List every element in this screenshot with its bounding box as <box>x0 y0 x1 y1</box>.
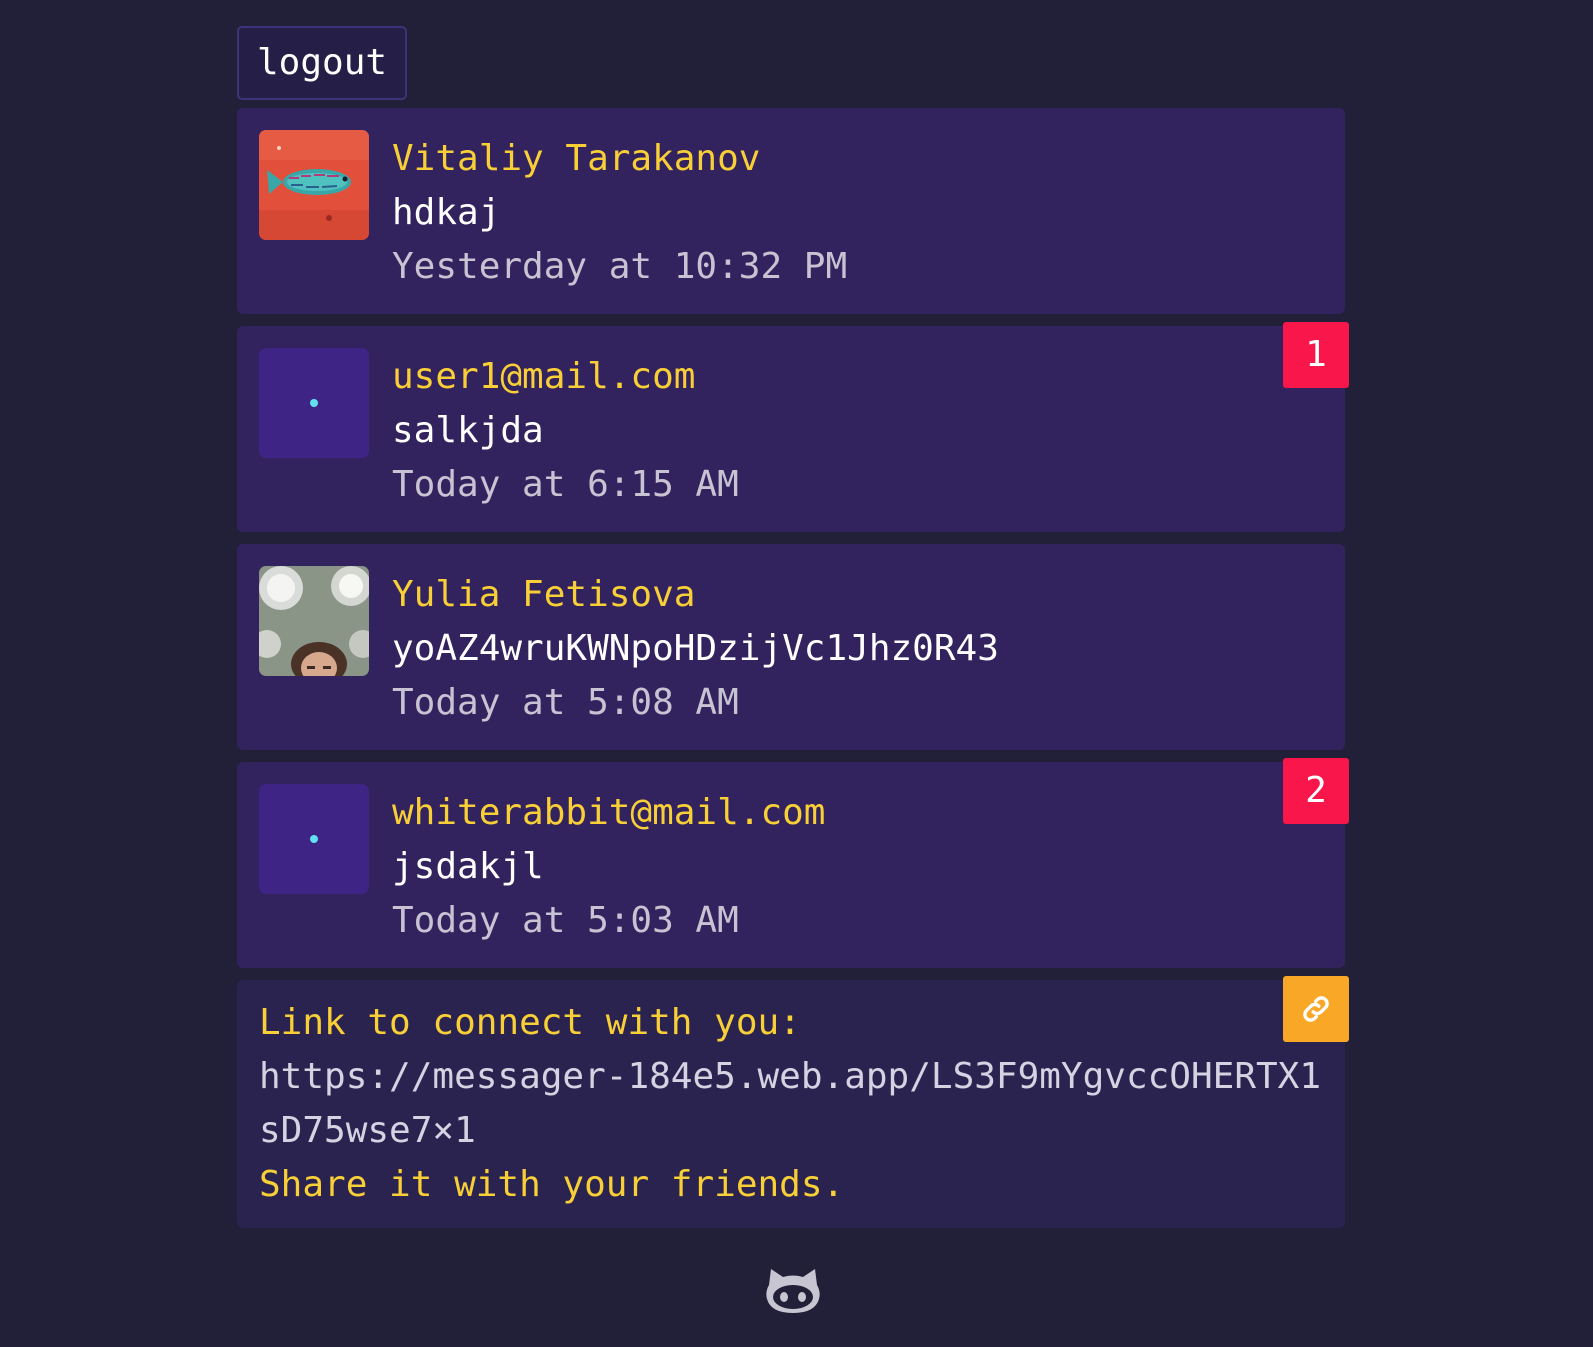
avatar-placeholder <box>259 784 369 894</box>
chat-item[interactable]: user1@mail.com salkjda Today at 6:15 AM … <box>237 322 1349 532</box>
chat-name: Yulia Fetisova <box>392 574 696 615</box>
unread-badge: 2 <box>1283 758 1349 824</box>
chat-last-message: yoAZ4wruKWNpoHDzijVc1Jhz0R43 <box>392 628 999 669</box>
chat-time: Yesterday at 10:32 PM <box>392 246 848 287</box>
chat-last-message: hdkaj <box>392 192 501 233</box>
github-icon <box>766 1269 820 1313</box>
chat-time: Today at 5:08 AM <box>392 682 739 723</box>
chat-meta: Vitaliy Tarakanov hdkaj Yesterday at 10:… <box>392 132 847 294</box>
invite-share-text: Share it with your friends. <box>259 1164 845 1205</box>
chat-last-message: jsdakjl <box>392 846 544 887</box>
person-photo-image <box>259 566 369 676</box>
chat-item[interactable]: whiterabbit@mail.com jsdakjl Today at 5:… <box>237 758 1349 968</box>
placeholder-dot-icon <box>310 399 318 407</box>
avatar <box>259 130 369 240</box>
placeholder-dot-icon <box>310 835 318 843</box>
invite-link-card: Link to connect with you: https://messag… <box>237 976 1349 1228</box>
avatar-placeholder <box>259 348 369 458</box>
chat-name: user1@mail.com <box>392 356 696 397</box>
chat-name: Vitaliy Tarakanov <box>392 138 761 179</box>
chat-list-page: logout Vitaliy Tarakanov hdkaj Yesterday… <box>237 26 1349 1228</box>
chat-time: Today at 5:03 AM <box>392 900 739 941</box>
chat-meta: Yulia Fetisova yoAZ4wruKWNpoHDzijVc1Jhz0… <box>392 568 999 730</box>
chat-item[interactable]: Vitaliy Tarakanov hdkaj Yesterday at 10:… <box>237 108 1345 314</box>
chat-meta: user1@mail.com salkjda Today at 6:15 AM <box>392 350 739 512</box>
github-link[interactable] <box>765 1265 821 1315</box>
chat-time: Today at 6:15 AM <box>392 464 739 505</box>
chat-meta: whiterabbit@mail.com jsdakjl Today at 5:… <box>392 786 825 948</box>
chat-item[interactable]: Yulia Fetisova yoAZ4wruKWNpoHDzijVc1Jhz0… <box>237 544 1345 750</box>
fish-image <box>259 130 369 240</box>
copy-link-button[interactable] <box>1283 976 1349 1042</box>
chat-last-message: salkjda <box>392 410 544 451</box>
invite-url[interactable]: https://messager-184e5.web.app/LS3F9mYgv… <box>259 1050 1323 1158</box>
invite-title: Link to connect with you: <box>259 1002 801 1043</box>
chat-name: whiterabbit@mail.com <box>392 792 826 833</box>
unread-badge: 1 <box>1283 322 1349 388</box>
link-icon <box>1303 996 1329 1022</box>
avatar <box>259 566 369 676</box>
logout-button[interactable]: logout <box>237 26 408 100</box>
